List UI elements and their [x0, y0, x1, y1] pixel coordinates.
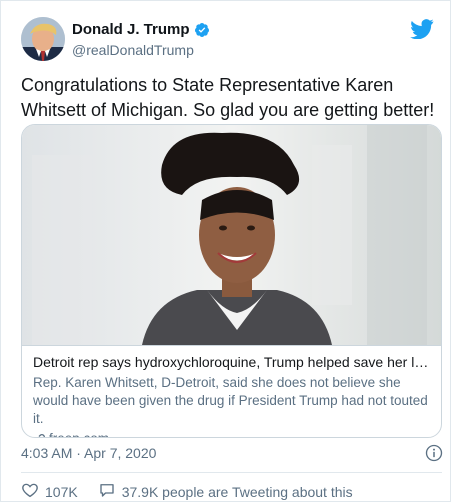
like-action[interactable]: 107K: [21, 481, 78, 502]
tweet-container: Donald J. Trump @realDonaldTrump Congrat…: [0, 0, 451, 502]
conversation-action[interactable]: 37.9K people are Tweeting about this: [98, 481, 353, 502]
tweet-timestamp[interactable]: 4:03 AM · Apr 7, 2020: [21, 445, 156, 461]
divider: [21, 472, 442, 473]
conversation-text[interactable]: 37.9K people are Tweeting about this: [122, 484, 353, 500]
author-name[interactable]: Donald J. Trump: [72, 21, 210, 38]
card-domain-text[interactable]: freep.com: [49, 430, 109, 437]
author-handle[interactable]: @realDonaldTrump: [72, 42, 194, 58]
avatar[interactable]: [21, 17, 65, 61]
card-description: Rep. Karen Whitsett, D-Detroit, said she…: [33, 375, 428, 426]
card-body[interactable]: Detroit rep says hydroxychloroquine, Tru…: [22, 345, 441, 437]
verified-badge-icon: [194, 22, 210, 38]
link-icon: [33, 433, 46, 437]
tweet-text: Congratulations to State Representative …: [21, 75, 435, 120]
card-domain[interactable]: freep.com: [33, 430, 430, 437]
link-card[interactable]: Detroit rep says hydroxychloroquine, Tru…: [21, 124, 442, 438]
display-name[interactable]: Donald J. Trump: [72, 21, 190, 38]
twitter-bird-icon[interactable]: [410, 19, 434, 40]
tweet-actions: 107K 37.9K people are Tweeting about thi…: [21, 481, 353, 502]
info-icon[interactable]: [425, 444, 443, 462]
like-count[interactable]: 107K: [45, 484, 78, 500]
speech-bubble-icon[interactable]: [98, 481, 116, 502]
heart-icon[interactable]: [21, 481, 39, 502]
card-title[interactable]: Detroit rep says hydroxychloroquine, Tru…: [33, 353, 430, 372]
card-image[interactable]: [22, 125, 441, 345]
